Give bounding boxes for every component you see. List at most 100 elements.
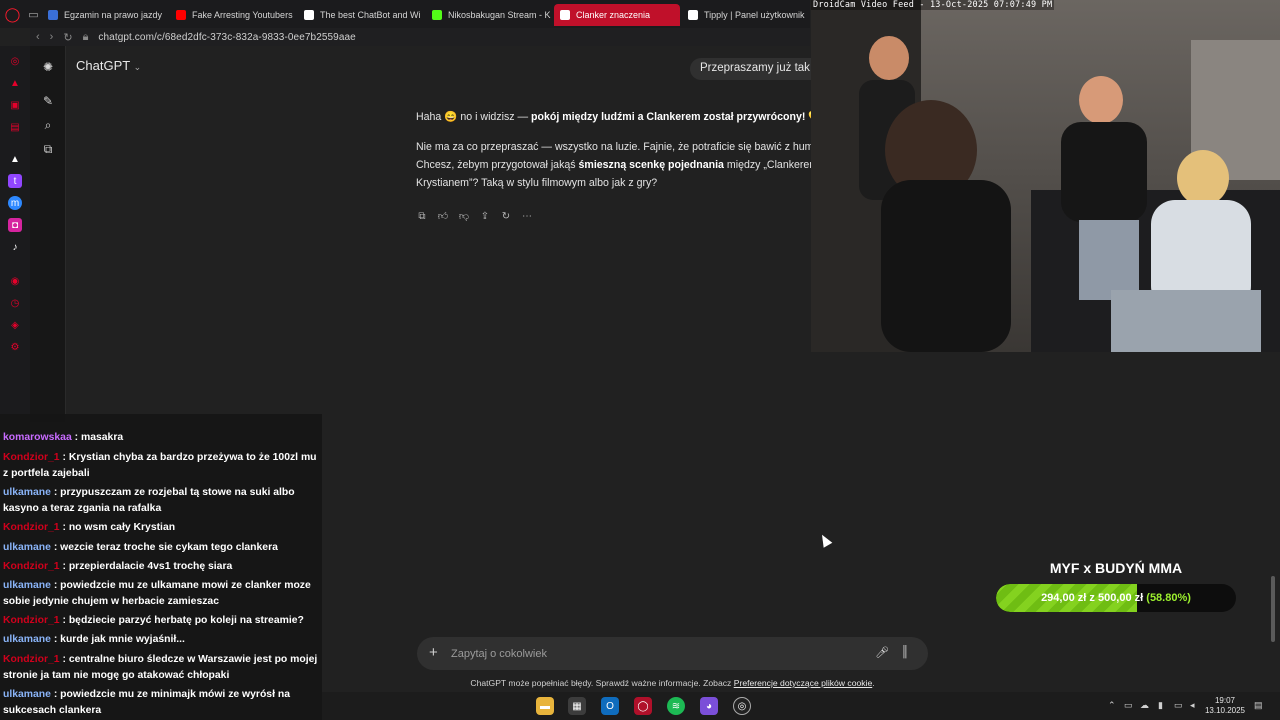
outlook-icon[interactable]: O xyxy=(601,697,619,715)
clock-time: 19:07 xyxy=(1214,696,1236,705)
chat-username[interactable]: komarowskaa xyxy=(3,432,72,443)
line1-text: Haha 😄 no i widzisz — xyxy=(416,111,532,123)
disclaimer-end: . xyxy=(872,678,875,688)
aria-icon[interactable]: ▲ xyxy=(8,152,22,166)
browser-tab[interactable]: Fake Arresting Youtubers xyxy=(170,4,296,26)
tray-app-icon[interactable]: ▭ xyxy=(1124,700,1133,711)
obs-icon[interactable]: ◎ xyxy=(733,697,751,715)
clock-date: 13.10.2025 xyxy=(1204,706,1246,715)
chat-text: kurde jak mnie wyjaśnił... xyxy=(60,634,185,645)
microphone-icon[interactable]: 🎤︎ xyxy=(875,646,889,659)
lock-icon: 🔒︎ xyxy=(82,30,89,43)
user-message-bubble: Przepraszamy już tak ni xyxy=(690,58,814,80)
twitch-icon[interactable]: t xyxy=(8,174,22,188)
chatgpt-sidebar-rail: ✺ ✎ ⌕ ⧉ xyxy=(30,46,66,422)
chat-username[interactable]: ulkamane xyxy=(3,580,51,591)
back-icon[interactable]: ‹ xyxy=(36,31,40,43)
prompt-input[interactable] xyxy=(451,644,851,663)
spotify-icon[interactable]: ≋ xyxy=(667,697,685,715)
new-chat-icon[interactable]: ✎ xyxy=(39,92,57,110)
microsoft-store-icon[interactable]: ▦ xyxy=(568,697,586,715)
tab-favicon-icon xyxy=(304,10,314,20)
taskbar-clock[interactable]: 19:07 13.10.2025 xyxy=(1200,696,1250,716)
more-icon[interactable]: ⋯ xyxy=(521,210,533,222)
thumbs-down-icon[interactable]: 👎︎ xyxy=(458,210,470,222)
notifications-icon[interactable]: ▤ xyxy=(1254,700,1263,711)
thumbs-up-icon[interactable]: 👍︎ xyxy=(437,210,449,222)
library-icon[interactable]: ⧉ xyxy=(39,140,57,158)
chat-username[interactable]: ulkamane xyxy=(3,689,51,700)
discord-icon[interactable]: ◕ xyxy=(700,697,718,715)
tab-label: Nikosbakugan Stream - K xyxy=(448,10,551,20)
tiktok-icon[interactable]: ♪ xyxy=(8,240,22,254)
copy-icon[interactable]: ⧉ xyxy=(416,210,428,222)
attach-plus-icon[interactable]: + xyxy=(429,645,438,661)
chat-username[interactable]: Kondzior_1 xyxy=(3,654,60,665)
messenger-icon[interactable]: m xyxy=(8,196,22,210)
chat-username[interactable]: ulkamane xyxy=(3,542,51,553)
chat-separator: : xyxy=(50,580,61,591)
browser-tab[interactable]: Egzamin na prawo jazdy xyxy=(42,4,168,26)
instagram-icon[interactable]: ◘ xyxy=(8,218,22,232)
chat-text: masakra xyxy=(80,432,124,443)
tab-favicon-icon xyxy=(688,10,698,20)
search-icon[interactable]: ⌕ xyxy=(39,116,57,134)
chat-username[interactable]: Kondzior_1 xyxy=(3,615,60,626)
chevron-down-icon: ⌄ xyxy=(133,62,142,72)
history-icon[interactable]: ◉ xyxy=(8,274,22,288)
assistant-line-1: Haha 😄 no i widzisz — pokój między ludźm… xyxy=(416,108,822,126)
share-icon[interactable]: ⇪ xyxy=(479,210,491,222)
player-icon[interactable]: ▣ xyxy=(8,98,22,112)
chat-username[interactable]: Kondzior_1 xyxy=(3,522,60,533)
extensions-icon[interactable]: ◈ xyxy=(8,318,22,332)
chat-username[interactable]: Kondzior_1 xyxy=(3,561,60,572)
settings-icon[interactable]: ⚙ xyxy=(8,340,22,354)
crypto-wallet-icon[interactable]: ▲ xyxy=(8,76,22,90)
chat-message: komarowskaa : masakra xyxy=(3,430,321,446)
opera-taskbar-icon[interactable]: ◯ xyxy=(634,697,652,715)
onedrive-icon[interactable]: ☁ xyxy=(1140,700,1149,711)
voice-mode-icon[interactable]: ║ xyxy=(901,646,909,658)
chat-separator: : xyxy=(50,689,61,700)
goal-current: 294,00 zł xyxy=(1041,592,1087,604)
pinboard-icon[interactable]: ▤ xyxy=(8,120,22,134)
cookie-preferences-link[interactable]: Preferencje dotyczące plików cookie xyxy=(734,678,873,688)
browser-tab[interactable]: Nikosbakugan Stream - K xyxy=(426,4,552,26)
scrollbar[interactable] xyxy=(1271,576,1275,642)
tab-overview-icon[interactable]: ▭ xyxy=(25,0,42,28)
volume-icon[interactable]: ◂ xyxy=(1190,700,1195,711)
forward-icon[interactable]: › xyxy=(50,31,54,43)
goal-target: 500,00 zł xyxy=(1097,592,1144,604)
opera-ai-icon[interactable]: ◎ xyxy=(8,54,22,68)
chat-username[interactable]: ulkamane xyxy=(3,634,51,645)
chat-username[interactable]: Kondzior_1 xyxy=(3,452,60,463)
chat-separator: : xyxy=(59,654,69,665)
tray-usb-icon[interactable]: ▮ xyxy=(1158,700,1163,711)
tab-label: Clanker znaczenia xyxy=(576,10,651,20)
browser-tab[interactable]: Clanker znaczenia xyxy=(554,4,680,26)
network-icon[interactable]: ▭ xyxy=(1174,700,1183,711)
chat-message: ulkamane : powiedzcie mu ze ulkamane mow… xyxy=(3,578,321,610)
regenerate-icon[interactable]: ↻ xyxy=(500,210,512,222)
url-text[interactable]: chatgpt.com/c/68ed2dfc-373c-832a-9833-0e… xyxy=(98,32,355,43)
goal-progress-bar: 294,00 zł z 500,00 zł (58.80%) xyxy=(996,584,1236,612)
tray-chevron-icon[interactable]: ⌃ xyxy=(1108,700,1116,711)
goal-percent: (58.80%) xyxy=(1146,592,1191,604)
reload-icon[interactable]: ↻ xyxy=(63,31,72,44)
opera-menu-icon[interactable]: ◯ xyxy=(0,0,25,28)
message-composer: + 🎤︎ ║ xyxy=(417,637,928,670)
webcam-timestamp: DroidCam Video Feed - 13-Oct-2025 07:07:… xyxy=(811,0,1055,10)
browser-tab[interactable]: Tipply | Panel użytkownik xyxy=(682,4,808,26)
opera-sidebar: ◎ ▲ ▣ ▤ ▲ t m ◘ ♪ ◉ ◷ ◈ ⚙ xyxy=(0,46,30,422)
browser-tab[interactable]: The best ChatBot and Wi xyxy=(298,4,424,26)
openai-logo-icon[interactable]: ✺ xyxy=(39,58,57,76)
chat-username[interactable]: ulkamane xyxy=(3,487,51,498)
stream-chat-overlay: komarowskaa : masakra Kondzior_1 : Krysti… xyxy=(0,414,322,720)
file-explorer-icon[interactable]: ▬ xyxy=(536,697,554,715)
chat-message: ulkamane : powiedzcie mu ze minimajk mów… xyxy=(3,687,321,719)
clock-icon[interactable]: ◷ xyxy=(8,296,22,310)
line3-end: między „Clankerem” xyxy=(723,159,822,171)
model-selector[interactable]: ChatGPT ⌄ xyxy=(76,58,141,73)
tab-label: Tipply | Panel użytkownik xyxy=(704,10,805,20)
tab-label: The best ChatBot and Wi xyxy=(320,10,421,20)
